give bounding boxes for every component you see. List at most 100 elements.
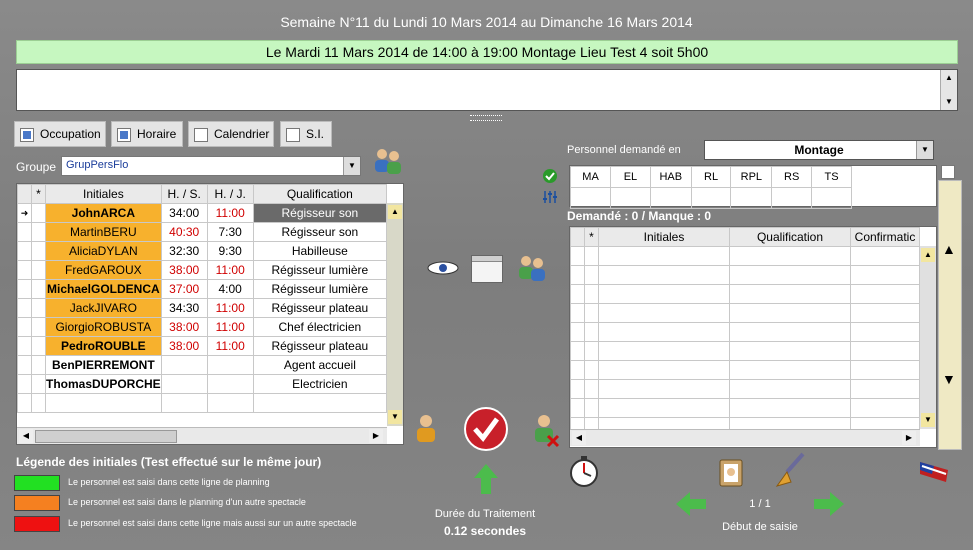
table-row[interactable]	[570, 398, 920, 418]
broom-icon[interactable]	[773, 452, 807, 488]
chevron-down-icon[interactable]: ▼	[916, 141, 933, 159]
memo-scrollbar[interactable]: ▲ ▼	[940, 70, 957, 110]
checkbox-icon	[117, 127, 131, 142]
scroll-up-icon[interactable]: ▲	[921, 248, 935, 262]
flag-icon[interactable]	[918, 458, 952, 484]
group-select[interactable]: GrupPersFlo ▼	[61, 156, 361, 176]
up-arrow-icon[interactable]	[473, 462, 499, 496]
col-star[interactable]: *	[584, 227, 599, 247]
window-icon[interactable]	[471, 255, 503, 283]
legend-text: Le personnel est saisi dans cette ligne …	[68, 477, 270, 487]
checkbox-icon	[286, 127, 300, 142]
legend-swatch-red	[14, 516, 60, 532]
col-confirmation[interactable]: Confirmatic	[850, 227, 920, 247]
table-row[interactable]: AliciaDYLAN 32:30 9:30 Habilleuse	[17, 241, 388, 261]
scroll-up-icon[interactable]: ▲	[942, 241, 956, 257]
table-row[interactable]: ThomasDUPORCHE Electricien	[17, 374, 388, 394]
qual-code[interactable]: MA	[569, 166, 612, 188]
table-row[interactable]: MartinBERU 40:30 7:30 Régisseur son	[17, 222, 388, 242]
previous-arrow-icon[interactable]	[674, 490, 708, 518]
table-row[interactable]: ➜ JohnARCA 34:00 11:00 Régisseur son	[17, 203, 388, 223]
col-qualification[interactable]: Qualification	[729, 227, 851, 247]
table-row[interactable]	[570, 246, 920, 266]
group-label: Groupe	[16, 160, 57, 174]
si-checkbox[interactable]: S.I.	[280, 121, 332, 147]
equalizer-icon[interactable]	[542, 190, 558, 204]
duree-value: 0.12 secondes	[443, 524, 527, 538]
debut-saisie: Début de saisie	[722, 521, 798, 533]
legend-swatch-orange	[14, 495, 60, 511]
scroll-right-icon[interactable]: ▶	[902, 431, 916, 445]
validate-icon[interactable]	[463, 406, 509, 452]
table-row[interactable]	[570, 360, 920, 380]
qual-code[interactable]: EL	[610, 166, 651, 188]
demande-summary: Demandé : 0 / Manque : 0	[567, 209, 712, 223]
calendrier-checkbox[interactable]: Calendrier	[188, 121, 274, 147]
table-row[interactable]	[570, 265, 920, 285]
right-horizontal-scrollbar[interactable]: ◀ ▶	[570, 429, 920, 446]
scroll-left-icon[interactable]: ◀	[572, 431, 586, 445]
users-icon[interactable]	[515, 252, 549, 284]
memo-field[interactable]: ▲ ▼	[16, 69, 958, 111]
right-vertical-scrollbar[interactable]: ▲ ▼	[920, 246, 936, 429]
table-row[interactable]: BenPIERREMONT Agent accueil	[17, 355, 388, 375]
col-qualification[interactable]: Qualification	[252, 184, 388, 204]
scroll-left-icon[interactable]: ◀	[19, 429, 33, 443]
splitter-grip[interactable]	[470, 115, 502, 121]
qual-code[interactable]: TS	[811, 166, 852, 188]
col-initiales[interactable]: Initiales	[598, 227, 730, 247]
next-arrow-icon[interactable]	[812, 490, 846, 518]
table-row[interactable]	[570, 341, 920, 361]
col-hs[interactable]: H. / S.	[160, 184, 208, 204]
table-row[interactable]: JackJIVARO 34:30 11:00 Régisseur plateau	[17, 298, 388, 318]
table-row[interactable]	[570, 379, 920, 399]
checkbox-icon	[194, 127, 208, 142]
qual-code[interactable]: RL	[690, 166, 732, 188]
occupation-checkbox[interactable]: Occupation	[14, 121, 106, 147]
page-vertical-scrollbar[interactable]: ▲ ▼	[938, 180, 962, 450]
remove-user-icon[interactable]	[532, 412, 560, 448]
check-icon[interactable]	[542, 168, 558, 184]
legend-swatch-green	[14, 475, 60, 491]
qual-code[interactable]: RS	[771, 166, 813, 188]
scroll-up-icon[interactable]: ▲	[941, 72, 957, 84]
assigned-personnel-table[interactable]: * Initiales Qualification Confirmatic ▲ …	[569, 226, 937, 448]
scroll-right-icon[interactable]: ▶	[369, 429, 383, 443]
scroll-down-icon[interactable]: ▼	[388, 410, 402, 424]
checkbox-icon	[20, 127, 34, 142]
personnel-table[interactable]: * Initiales H. / S. H. / J. Qualificatio…	[16, 183, 404, 445]
legend-text: Le personnel est saisi dans le planning …	[68, 497, 306, 507]
table-row[interactable]	[17, 393, 388, 413]
scroll-thumb[interactable]	[35, 430, 177, 443]
scroll-down-icon[interactable]: ▼	[942, 371, 956, 387]
col-star[interactable]: *	[31, 184, 46, 204]
eye-icon[interactable]	[426, 258, 460, 278]
select-all-checkbox[interactable]	[941, 165, 955, 179]
scroll-down-icon[interactable]: ▼	[941, 96, 957, 108]
personnel-type-select[interactable]: Montage ▼	[704, 140, 934, 160]
table-row[interactable]: PedroROUBLE 38:00 11:00 Régisseur platea…	[17, 336, 388, 356]
left-vertical-scrollbar[interactable]: ▲ ▼	[387, 203, 403, 426]
qualification-codes-table[interactable]: MA EL HAB RL RPL RS TS	[569, 165, 937, 209]
scroll-down-icon[interactable]: ▼	[921, 413, 935, 427]
group-users-icon[interactable]	[372, 146, 404, 176]
qual-code[interactable]: RPL	[730, 166, 773, 188]
scroll-up-icon[interactable]: ▲	[388, 205, 402, 219]
stopwatch-icon[interactable]	[568, 454, 600, 488]
horaire-checkbox[interactable]: Horaire	[111, 121, 183, 147]
col-initiales[interactable]: Initiales	[45, 184, 162, 204]
table-row[interactable]	[570, 284, 920, 304]
table-row[interactable]	[570, 303, 920, 323]
add-user-icon[interactable]	[413, 412, 439, 446]
chevron-down-icon[interactable]: ▼	[343, 157, 360, 175]
table-row[interactable]: GiorgioROBUSTA 38:00 11:00 Chef électric…	[17, 317, 388, 337]
table-row[interactable]	[570, 322, 920, 342]
date-bar: Le Mardi 11 Mars 2014 de 14:00 à 19:00 M…	[16, 40, 958, 64]
table-row[interactable]: MichaelGOLDENCA 37:00 4:00 Régisseur lum…	[17, 279, 388, 299]
table-row[interactable]: FredGAROUX 38:00 11:00 Régisseur lumière	[17, 260, 388, 280]
col-hj[interactable]: H. / J.	[206, 184, 254, 204]
left-horizontal-scrollbar[interactable]: ◀ ▶	[17, 427, 387, 444]
personnel-demande-label: Personnel demandé en	[567, 144, 681, 156]
qual-code[interactable]: HAB	[649, 166, 692, 188]
clipboard-icon[interactable]	[717, 456, 745, 488]
